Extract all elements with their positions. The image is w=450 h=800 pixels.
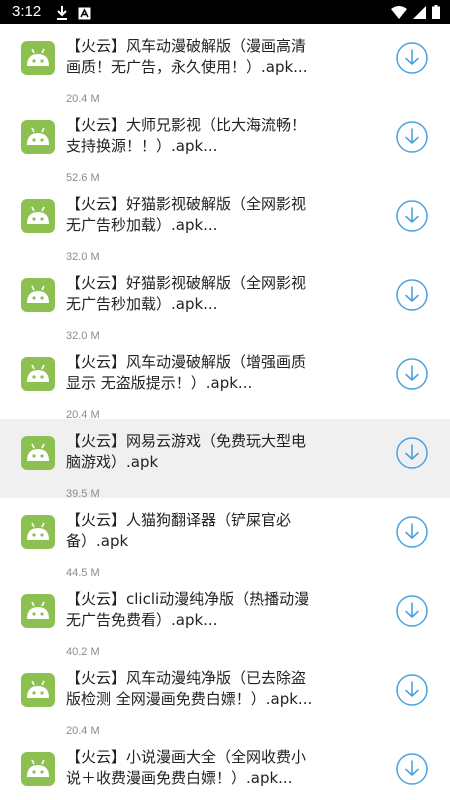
- list-item[interactable]: 【火云】风车动漫纯净版（已去除盗版检测 全网漫画免费白嫖！）.apk... 20.…: [0, 656, 450, 737]
- file-title: 【火云】好猫影视破解版（全网影视 无广告秒加载）.apk...: [66, 195, 307, 234]
- list-item[interactable]: 【火云】好猫影视破解版（全网影视 无广告秒加载）.apk... 32.0 M: [0, 182, 450, 263]
- wifi-icon: [391, 4, 407, 23]
- android-app-icon: [21, 752, 55, 786]
- download-icon[interactable]: [396, 753, 428, 785]
- android-app-icon: [21, 41, 55, 75]
- android-app-icon: [21, 278, 55, 312]
- download-icon[interactable]: [396, 595, 428, 627]
- file-title: 【火云】风车动漫破解版（增强画质显示 无盗版提示！）.apk...: [66, 353, 307, 392]
- list-item[interactable]: 【火云】clicli动漫纯净版（热播动漫无广告免费看）.apk... 40.2 M: [0, 577, 450, 658]
- status-bar: 3:12: [0, 0, 450, 24]
- signal-icon: [413, 4, 426, 23]
- list-item[interactable]: 【火云】大师兄影视（比大海流畅！支持换源！！）.apk... 52.6 M: [0, 103, 450, 184]
- android-app-icon: [21, 673, 55, 707]
- list-item[interactable]: 【火云】风车动漫破解版（增强画质显示 无盗版提示！）.apk... 20.4 M: [0, 340, 450, 421]
- file-title: 【火云】小说漫画大全（全网收费小说＋收费漫画免费白嫖！）.apk...: [66, 748, 307, 787]
- list-item[interactable]: 【火云】人猫狗翻译器（铲屎官必备）.apk 44.5 M: [0, 498, 450, 579]
- list-item[interactable]: 【火云】网易云游戏（免费玩大型电脑游戏）.apk 39.5 M: [0, 419, 450, 500]
- download-icon[interactable]: [396, 674, 428, 706]
- android-app-icon: [21, 357, 55, 391]
- download-icon[interactable]: [396, 42, 428, 74]
- download-icon[interactable]: [396, 516, 428, 548]
- download-icon[interactable]: [396, 358, 428, 390]
- battery-icon: [432, 4, 440, 23]
- download-icon[interactable]: [396, 279, 428, 311]
- download-icon: [56, 5, 68, 24]
- file-title: 【火云】风车动漫破解版（漫画高清画质！无广告，永久使用！）.apk...: [66, 37, 308, 76]
- file-title: 【火云】好猫影视破解版（全网影视 无广告秒加载）.apk...: [66, 274, 307, 313]
- android-app-icon: [21, 594, 55, 628]
- download-icon[interactable]: [396, 437, 428, 469]
- list-item[interactable]: 【火云】风车动漫破解版（漫画高清画质！无广告，永久使用！）.apk... 20.4…: [0, 24, 450, 105]
- android-app-icon: [21, 515, 55, 549]
- download-icon[interactable]: [396, 200, 428, 232]
- file-title: 【火云】clicli动漫纯净版（热播动漫无广告免费看）.apk...: [66, 590, 310, 629]
- a-badge-icon: [78, 5, 91, 24]
- file-list[interactable]: 【火云】风车动漫破解版（漫画高清画质！无广告，永久使用！）.apk... 20.4…: [0, 24, 450, 800]
- file-title: 【火云】风车动漫纯净版（已去除盗版检测 全网漫画免费白嫖！）.apk...: [66, 669, 313, 708]
- file-title: 【火云】大师兄影视（比大海流畅！支持换源！！）.apk...: [66, 116, 307, 155]
- list-item[interactable]: 【火云】小说漫画大全（全网收费小说＋收费漫画免费白嫖！）.apk...: [0, 735, 450, 800]
- download-icon[interactable]: [396, 121, 428, 153]
- status-time: 3:12: [12, 3, 42, 20]
- file-title: 【火云】人猫狗翻译器（铲屎官必备）.apk: [66, 511, 292, 550]
- android-app-icon: [21, 199, 55, 233]
- android-app-icon: [21, 436, 55, 470]
- android-app-icon: [21, 120, 55, 154]
- list-item[interactable]: 【火云】好猫影视破解版（全网影视 无广告秒加载）.apk... 32.0 M: [0, 261, 450, 342]
- file-title: 【火云】网易云游戏（免费玩大型电脑游戏）.apk: [66, 432, 307, 471]
